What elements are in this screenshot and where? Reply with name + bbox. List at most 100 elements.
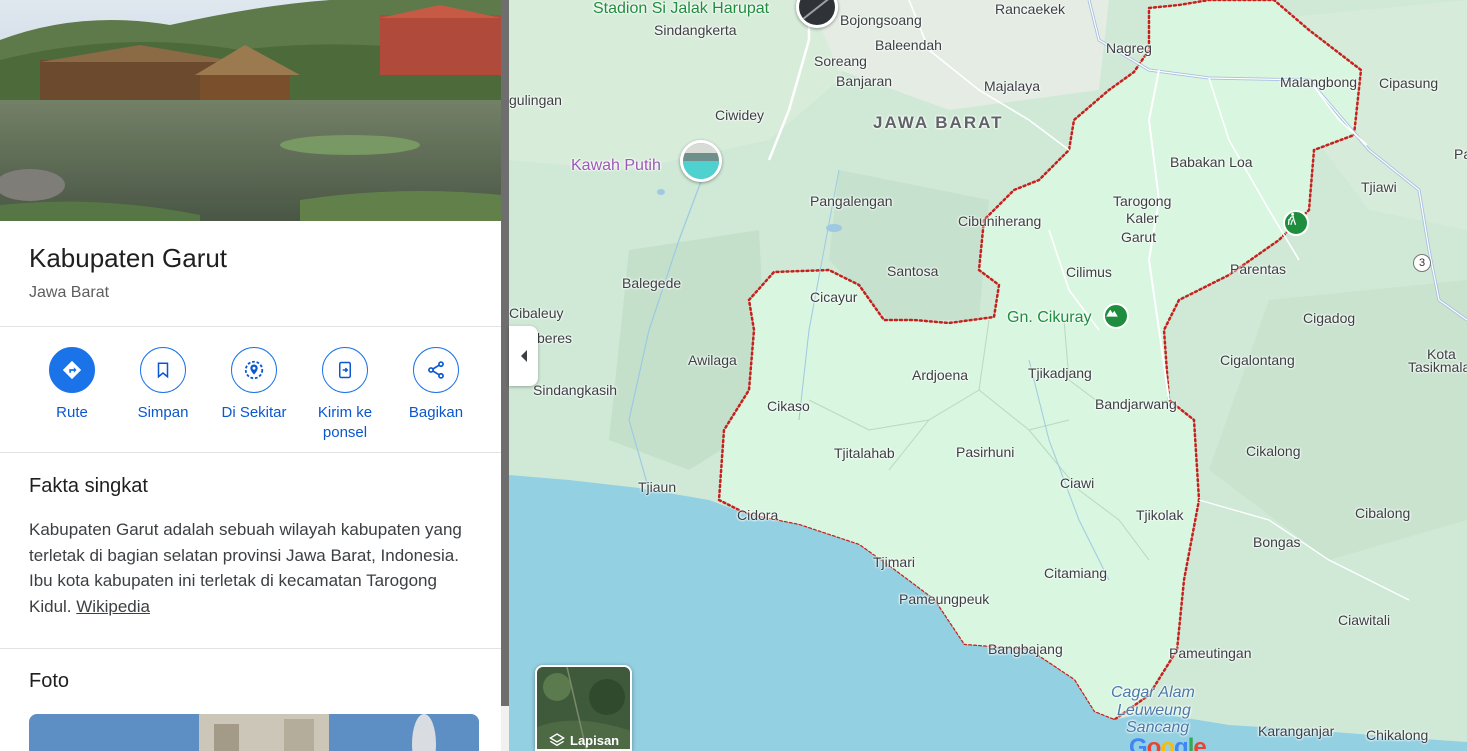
place-pasirhuni[interactable]: Pasirhuni (956, 444, 1014, 460)
place-cipasung[interactable]: Cipasung (1379, 75, 1438, 91)
place-tjiaun[interactable]: Tjiaun (638, 479, 676, 495)
place-chikalong[interactable]: Chikalong (1366, 727, 1428, 743)
place-bandjarwang[interactable]: Bandjarwang (1095, 396, 1177, 412)
hero-photo[interactable] (0, 0, 501, 221)
place-ardjoena[interactable]: Ardjoena (912, 367, 968, 383)
place-kawah-putih[interactable]: Kawah Putih (571, 157, 661, 175)
place-awilaga[interactable]: Awilaga (688, 352, 737, 368)
kawah-putih-photo-pin[interactable] (680, 140, 722, 182)
place-ciawi[interactable]: Ciawi (1060, 475, 1094, 491)
place-tjitalahab[interactable]: Tjitalahab (834, 445, 895, 461)
place-cigalontang[interactable]: Cigalontang (1220, 352, 1295, 368)
place-header: Kabupaten Garut Jawa Barat (0, 221, 501, 327)
place-tarogong[interactable]: Tarogong (1113, 193, 1171, 209)
quick-facts-text: Kabupaten Garut adalah sebuah wilayah ka… (29, 517, 484, 619)
place-majalaya[interactable]: Majalaya (984, 78, 1040, 94)
layers-icon (549, 733, 565, 747)
place-cagar-alam[interactable]: Cagar Alam (1111, 684, 1195, 701)
directions-label: Rute (56, 404, 88, 421)
place-tjikadjang[interactable]: Tjikadjang (1028, 365, 1092, 381)
place-rancaekek[interactable]: Rancaekek (995, 1, 1065, 17)
place-tjiawi[interactable]: Tjiawi (1361, 179, 1397, 195)
place-cibaleuy[interactable]: Cibaleuy (509, 305, 563, 321)
save-button[interactable]: Simpan (117, 347, 209, 423)
mountain-poi[interactable] (1103, 303, 1129, 329)
layers-button[interactable]: Lapisan (535, 665, 632, 751)
place-pameutingan[interactable]: Pameutingan (1169, 645, 1252, 661)
mountain-icon (1106, 309, 1118, 317)
place-sindangkerta[interactable]: Sindangkerta (654, 22, 737, 38)
directions-button[interactable]: Rute (26, 347, 118, 423)
send-to-phone-button[interactable]: Kirim ke ponsel (299, 347, 391, 443)
panel-scrollbar-thumb[interactable] (501, 0, 509, 706)
place-karanganjar[interactable]: Karanganjar (1258, 723, 1334, 739)
place-gn-cikuray[interactable]: Gn. Cikuray (1007, 309, 1091, 327)
send-to-phone-label: Kirim ke ponsel (317, 404, 373, 441)
nearby-label: Di Sekitar (221, 404, 287, 421)
place-banjaran[interactable]: Banjaran (836, 73, 892, 89)
place-ciawitali[interactable]: Ciawitali (1338, 612, 1390, 628)
layers-label-wrap: Lapisan (549, 732, 619, 748)
layers-label: Lapisan (570, 732, 620, 748)
place-bongas[interactable]: Bongas (1253, 534, 1300, 550)
google-logo: Google (1129, 734, 1207, 751)
chevron-left-icon (520, 350, 527, 362)
place-pameungpeuk[interactable]: Pameungpeuk (899, 591, 989, 607)
place-cibalong[interactable]: Cibalong (1355, 505, 1410, 521)
action-bar: Rute Simpan Di Sekitar Kirim ke ponsel B… (0, 327, 501, 453)
place-pa[interactable]: Pa (1454, 146, 1467, 162)
place-cilimus[interactable]: Cilimus (1066, 264, 1112, 280)
hiking-icon (1287, 212, 1297, 226)
share-icon (413, 347, 459, 393)
google-o1: o (1146, 734, 1162, 751)
place-title: Kabupaten Garut (29, 243, 228, 273)
place-bojongsoang[interactable]: Bojongsoang (840, 12, 922, 28)
place-leuweung[interactable]: Leuweung (1117, 702, 1191, 719)
place-nagreg[interactable]: Nagreg (1106, 40, 1152, 56)
place-kaler[interactable]: Kaler (1126, 210, 1159, 226)
google-g: G (1129, 734, 1148, 751)
place-garut[interactable]: Garut (1121, 229, 1156, 245)
place-sindangkasih[interactable]: Sindangkasih (533, 382, 617, 398)
place-pangalengan[interactable]: Pangalengan (810, 193, 893, 209)
place-ciwidey[interactable]: Ciwidey (715, 107, 764, 123)
place-citamiang[interactable]: Citamiang (1044, 565, 1107, 581)
photos-section: Foto (0, 649, 501, 751)
place-tjikolak[interactable]: Tjikolak (1136, 507, 1183, 523)
place-bangbajang[interactable]: Bangbajang (988, 641, 1063, 657)
stadion-photo-pin[interactable] (796, 0, 838, 28)
place-gulingan[interactable]: gulingan (509, 92, 562, 108)
place-cicayur[interactable]: Cicayur (810, 289, 857, 305)
place-stadion[interactable]: Stadion Si Jalak Harupat (593, 0, 769, 18)
save-label: Simpan (137, 404, 189, 421)
place-babakan-loa[interactable]: Babakan Loa (1170, 154, 1253, 170)
collapse-panel-button[interactable] (509, 326, 538, 386)
nearby-button[interactable]: Di Sekitar (208, 347, 300, 423)
quick-facts-section: Fakta singkat Kabupaten Garut adalah seb… (0, 453, 501, 649)
photos-heading: Foto (29, 670, 70, 692)
place-cidora[interactable]: Cidora (737, 507, 778, 523)
place-santosa[interactable]: Santosa (887, 263, 938, 279)
google-o2: o (1160, 734, 1175, 751)
google-g2: g (1174, 734, 1189, 751)
photo-thumbnail-image (29, 714, 479, 751)
place-soreang[interactable]: Soreang (814, 53, 867, 69)
hero-photo-image (0, 0, 501, 221)
place-cikalong[interactable]: Cikalong (1246, 443, 1300, 459)
place-baleendah[interactable]: Baleendah (875, 37, 942, 53)
place-cibuniherang[interactable]: Cibuniherang (958, 213, 1041, 229)
wikipedia-link[interactable]: Wikipedia (76, 597, 150, 616)
share-button[interactable]: Bagikan (390, 347, 482, 423)
place-parentas[interactable]: Parentas (1230, 261, 1286, 277)
photo-thumbnail[interactable] (29, 714, 479, 751)
place-cikaso[interactable]: Cikaso (767, 398, 810, 414)
map-canvas[interactable]: JAWA BARAT Stadion Si Jalak Harupat Bojo… (509, 0, 1467, 751)
place-malangbong[interactable]: Malangbong (1280, 74, 1357, 90)
hiking-poi[interactable] (1283, 210, 1309, 236)
place-tasikmala[interactable]: Tasikmala (1408, 359, 1467, 375)
place-balegede[interactable]: Balegede (622, 275, 681, 291)
place-cigadog[interactable]: Cigadog (1303, 310, 1355, 326)
quick-facts-heading: Fakta singkat (29, 475, 148, 497)
place-tjimari[interactable]: Tjimari (873, 554, 915, 570)
stadion-thumb (799, 0, 835, 25)
